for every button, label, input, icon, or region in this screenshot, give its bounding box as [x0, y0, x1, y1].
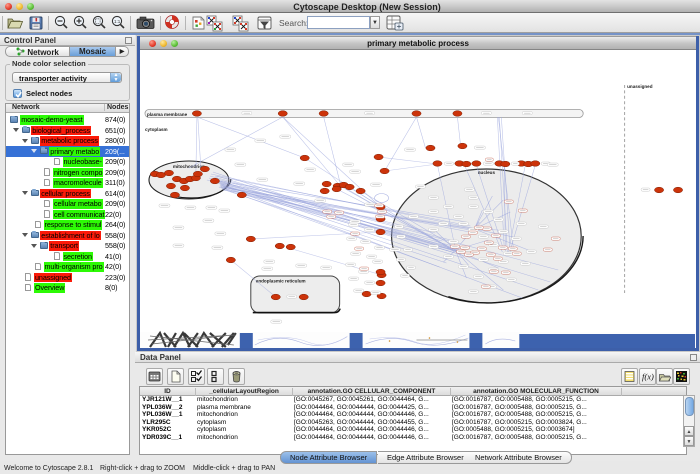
- svg-text:endoplasmic reticulum: endoplasmic reticulum: [256, 278, 306, 283]
- svg-text:1:1: 1:1: [114, 19, 121, 24]
- svg-text:cytoplasm: cytoplasm: [145, 127, 168, 132]
- svg-text:f(x): f(x): [642, 372, 654, 382]
- svg-text:unassigned: unassigned: [627, 84, 653, 89]
- svg-text:nucleus: nucleus: [478, 170, 496, 175]
- svg-text:plasma membrane: plasma membrane: [147, 112, 188, 117]
